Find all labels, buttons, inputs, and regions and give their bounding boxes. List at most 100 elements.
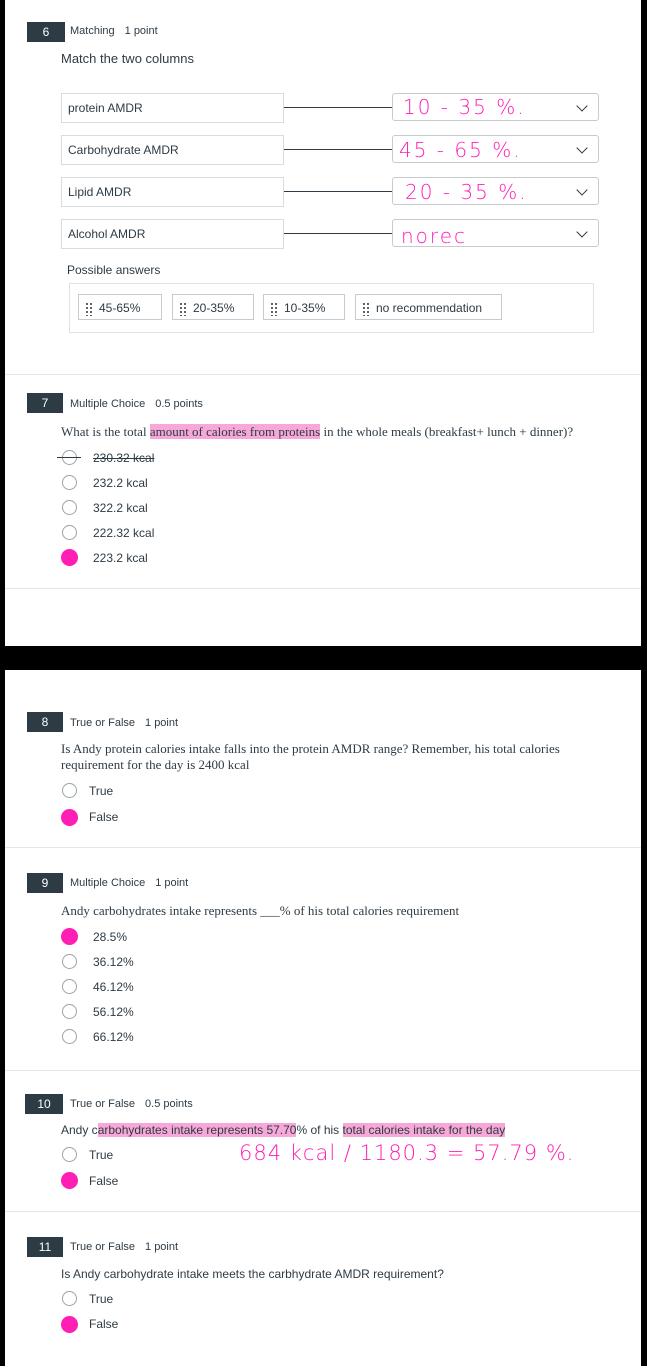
match-left-item: Carbohydrate AMDR bbox=[61, 135, 284, 165]
radio-option-selected[interactable] bbox=[61, 1172, 78, 1189]
option-label: True bbox=[89, 784, 114, 798]
match-left-item: protein AMDR bbox=[61, 93, 284, 123]
match-connector-line bbox=[284, 149, 392, 150]
handwritten-answer: 20 - 35 %. bbox=[405, 180, 528, 204]
possible-answers-label: Possible answers bbox=[67, 263, 161, 277]
option-label: 230.32 kcal bbox=[93, 451, 155, 465]
option-label: False bbox=[89, 1317, 119, 1331]
question-type: Multiple Choice 0.5 points bbox=[70, 398, 203, 410]
question-divider bbox=[5, 588, 641, 589]
radio-option[interactable] bbox=[62, 979, 77, 994]
chevron-down-icon bbox=[576, 184, 588, 196]
question-points: 1 point bbox=[155, 877, 189, 889]
question-type-label: Multiple Choice bbox=[70, 398, 146, 410]
question-type: True or False 0.5 points bbox=[70, 1098, 193, 1110]
answer-chip-label: no recommendation bbox=[376, 301, 483, 315]
question-number-badge: 10 bbox=[25, 1094, 63, 1114]
question-type-label: True or False bbox=[70, 1241, 136, 1253]
option-label: 36.12% bbox=[93, 955, 134, 969]
question-points: 1 point bbox=[124, 25, 158, 37]
question-stem: Is Andy carbohydrate intake meets the ca… bbox=[61, 1267, 444, 1281]
question-stem: Andy carbohydrates intake represents 57.… bbox=[61, 1123, 506, 1137]
handwritten-answer: 45 - 65 %. bbox=[399, 138, 522, 162]
question-type: True or False 1 point bbox=[70, 717, 178, 729]
question-divider bbox=[5, 1070, 641, 1071]
question-number-badge: 9 bbox=[27, 873, 63, 893]
option-label: False bbox=[89, 1174, 119, 1188]
option-label: 232.2 kcal bbox=[93, 476, 148, 490]
match-connector-line bbox=[284, 233, 392, 234]
drag-handle-icon[interactable] bbox=[85, 301, 93, 316]
match-answer-select[interactable]: 20 - 35 %. bbox=[392, 177, 599, 205]
radio-option[interactable] bbox=[62, 525, 77, 540]
question-stem-line: requirement for the day is 2400 kcal bbox=[61, 757, 250, 772]
answer-chip[interactable]: 45-65% bbox=[78, 294, 162, 320]
question-points: 0.5 points bbox=[145, 1098, 193, 1110]
radio-option-selected[interactable] bbox=[61, 928, 78, 945]
question-number-badge: 8 bbox=[27, 712, 63, 732]
answer-chip[interactable]: no recommendation bbox=[355, 294, 502, 320]
question-type-label: Multiple Choice bbox=[70, 877, 146, 889]
radio-option[interactable] bbox=[62, 783, 77, 798]
option-label: 28.5% bbox=[93, 930, 128, 944]
match-connector-line bbox=[284, 107, 392, 108]
match-connector-line bbox=[284, 191, 392, 192]
answer-chip[interactable]: 20-35% bbox=[172, 294, 254, 320]
stem-text: % of his bbox=[296, 1123, 343, 1137]
radio-option[interactable] bbox=[62, 1004, 77, 1019]
question-points: 1 point bbox=[145, 717, 179, 729]
option-label: False bbox=[89, 810, 119, 824]
radio-option[interactable] bbox=[62, 475, 77, 490]
radio-option-selected[interactable] bbox=[61, 549, 78, 566]
question-points: 1 point bbox=[145, 1241, 179, 1253]
quiz-panel-bottom: 8 True or False 1 point Is Andy protein c… bbox=[5, 670, 641, 1366]
question-divider bbox=[5, 374, 641, 375]
match-left-item: Alcohol AMDR bbox=[61, 219, 284, 249]
match-answer-select[interactable]: norec bbox=[392, 219, 599, 248]
option-label: True bbox=[89, 1148, 114, 1162]
option-label: 66.12% bbox=[93, 1030, 134, 1044]
question-points: 0.5 points bbox=[155, 398, 203, 410]
question-divider bbox=[5, 847, 641, 848]
stem-highlight: total calories intake for the day bbox=[342, 1123, 506, 1137]
question-type-label: Matching bbox=[70, 25, 115, 37]
handwritten-note: 684 kcal / 1180.3 = 57.79 %. bbox=[239, 1141, 575, 1165]
question-type-label: True or False bbox=[70, 1098, 136, 1110]
radio-option-selected[interactable] bbox=[61, 809, 78, 826]
radio-option[interactable] bbox=[62, 954, 77, 969]
stem-text: in the whole meals (breakfast+ lunch + d… bbox=[320, 424, 574, 439]
question-type: Multiple Choice 1 point bbox=[70, 877, 188, 889]
question-divider bbox=[5, 1211, 641, 1212]
match-answer-select[interactable]: 45 - 65 %. bbox=[392, 135, 599, 163]
radio-option[interactable] bbox=[62, 1029, 77, 1044]
stem-highlight: arbohydrates intake represents 57.70 bbox=[97, 1123, 297, 1137]
stem-text: Andy c bbox=[61, 1123, 98, 1137]
option-label: 46.12% bbox=[93, 980, 134, 994]
answer-chip[interactable]: 10-35% bbox=[263, 294, 345, 320]
question-stem: What is the total amount of calories fro… bbox=[61, 424, 573, 440]
stem-text: What is the total bbox=[61, 424, 150, 439]
radio-option-selected[interactable] bbox=[61, 1316, 78, 1333]
chevron-down-icon bbox=[576, 100, 588, 112]
handwritten-answer: 10 - 35 %. bbox=[403, 95, 526, 119]
radio-option[interactable] bbox=[62, 500, 77, 515]
drag-handle-icon[interactable] bbox=[179, 301, 187, 316]
quiz-panel-top: 6 Matching 1 point Match the two columns … bbox=[5, 0, 641, 646]
option-label: 223.2 kcal bbox=[93, 551, 148, 565]
drag-handle-icon[interactable] bbox=[270, 301, 278, 316]
radio-option[interactable] bbox=[62, 1291, 77, 1306]
drag-handle-icon[interactable] bbox=[362, 301, 370, 316]
answer-chip-label: 45-65% bbox=[99, 301, 141, 315]
match-answer-select[interactable]: 10 - 35 %. bbox=[392, 93, 599, 121]
strike-mark bbox=[57, 457, 81, 458]
question-number-badge: 6 bbox=[27, 22, 65, 42]
radio-option[interactable] bbox=[62, 1147, 77, 1162]
stem-highlight: amount of calories from proteins bbox=[149, 424, 321, 439]
question-stem: Andy carbohydrates intake represents ___… bbox=[61, 903, 460, 918]
question-number-badge: 7 bbox=[27, 393, 63, 413]
chevron-down-icon bbox=[576, 142, 588, 154]
question-type-label: True or False bbox=[70, 717, 136, 729]
option-label: 322.2 kcal bbox=[93, 501, 148, 515]
chevron-down-icon bbox=[576, 226, 588, 238]
option-label: True bbox=[89, 1292, 114, 1306]
